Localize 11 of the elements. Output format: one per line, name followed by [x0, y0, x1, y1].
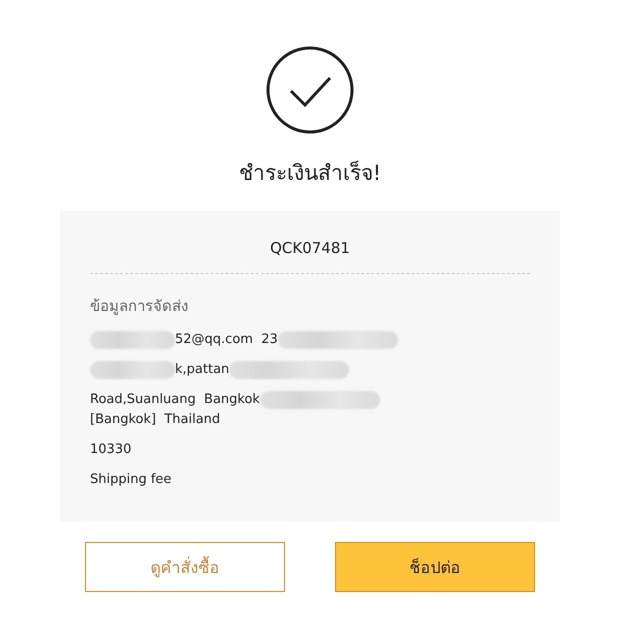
address-text: 52@qq.com 23	[175, 331, 278, 349]
shipping-heading: ข้อมูลการจัดส่ง	[90, 296, 189, 317]
checkmark-icon	[266, 46, 354, 134]
address-text: [Bangkok] Thailand	[90, 411, 220, 429]
address-text: Shipping fee	[90, 471, 172, 489]
success-title: ชำระเงินสำเร็จ!	[238, 160, 382, 187]
address-text: k,pattan	[175, 361, 230, 379]
address-text: Road,Suanluang Bangkok	[90, 391, 260, 409]
address-text: 10330	[90, 441, 132, 459]
continue-shopping-button[interactable]: ช็อปต่อ	[335, 542, 535, 592]
order-number: QCK07481	[90, 239, 530, 274]
